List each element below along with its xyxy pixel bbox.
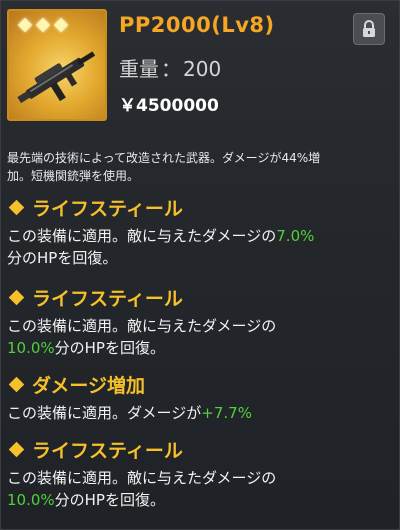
diamond-bullet-icon bbox=[8, 376, 25, 393]
diamond-bullet-icon bbox=[8, 199, 25, 216]
item-detail-panel: PP2000(Lv8) 重量： 200 ￥4500000 最先端の技術によって改造… bbox=[0, 0, 400, 530]
description-line: 最先端の技術によって改造された武器。ダメージが44%増 bbox=[7, 151, 321, 165]
skill-item: ライフスティール この装備に適用。敵に与えたダメージの 10.0%分のHPを回復… bbox=[7, 436, 397, 511]
skill-item: ライフスティール この装備に適用。敵に与えたダメージの 10.0%分のHPを回復… bbox=[7, 284, 397, 359]
skill-desc-text: この装備に適用。敵に与えたダメージの bbox=[7, 317, 277, 335]
skill-item: ダメージ増加 この装備に適用。ダメージが+7.7% bbox=[7, 371, 397, 424]
rarity-diamond-icon bbox=[17, 17, 33, 33]
weapon-description: 最先端の技術によって改造された武器。ダメージが44%増 加。短機関銃弾を使用。 bbox=[7, 149, 395, 185]
weight-separator: ： bbox=[161, 57, 181, 81]
weapon-weight: 重量： 200 bbox=[119, 53, 221, 82]
skill-desc-text: 分のHPを回復。 bbox=[54, 491, 165, 509]
weight-value: 200 bbox=[183, 57, 222, 81]
rarity-stars bbox=[17, 17, 69, 33]
skill-title: ダメージ増加 bbox=[32, 375, 146, 397]
weapon-icon-frame bbox=[7, 9, 107, 121]
skill-description: この装備に適用。敵に与えたダメージの 10.0%分のHPを回復。 bbox=[7, 467, 397, 511]
skill-description: この装備に適用。ダメージが+7.7% bbox=[7, 402, 397, 424]
skill-title: ライフスティール bbox=[32, 198, 183, 220]
yen-icon: ￥ bbox=[119, 96, 136, 116]
skill-desc-text: この装備に適用。敵に与えたダメージの bbox=[7, 469, 277, 487]
skill-title: ライフスティール bbox=[32, 440, 183, 462]
item-header: PP2000(Lv8) 重量： 200 ￥4500000 bbox=[1, 1, 399, 141]
weight-label: 重量 bbox=[119, 57, 159, 81]
price-value: 4500000 bbox=[136, 96, 219, 116]
rarity-diamond-icon bbox=[53, 17, 69, 33]
lock-button[interactable] bbox=[353, 13, 385, 45]
weapon-name: PP2000(Lv8) bbox=[119, 13, 275, 37]
smg-weapon-icon bbox=[17, 51, 96, 104]
skill-desc-text: この装備に適用。ダメージが bbox=[7, 404, 202, 422]
skill-item: ライフスティール この装備に適用。敵に与えたダメージの7.0% 分のHPを回復。 bbox=[7, 194, 397, 269]
skill-desc-text: この装備に適用。敵に与えたダメージの bbox=[7, 227, 277, 245]
skill-title: ライフスティール bbox=[32, 288, 183, 310]
skill-value: 10.0% bbox=[7, 339, 55, 357]
skill-value: 7.0% bbox=[276, 227, 315, 245]
skill-desc-text: 分のHPを回復。 bbox=[54, 339, 165, 357]
rarity-diamond-icon bbox=[35, 17, 51, 33]
diamond-bullet-icon bbox=[8, 441, 25, 458]
skill-description: この装備に適用。敵に与えたダメージの 10.0%分のHPを回復。 bbox=[7, 315, 397, 359]
lock-icon bbox=[363, 20, 375, 37]
skill-value: 10.0% bbox=[7, 491, 55, 509]
skill-description: この装備に適用。敵に与えたダメージの7.0% 分のHPを回復。 bbox=[7, 225, 397, 269]
diamond-bullet-icon bbox=[8, 289, 25, 306]
skill-desc-text: 分のHPを回復。 bbox=[7, 249, 118, 267]
description-line: 加。短機関銃弾を使用。 bbox=[7, 169, 140, 183]
skill-value: +7.7% bbox=[201, 404, 252, 422]
weapon-price: ￥4500000 bbox=[119, 91, 219, 116]
